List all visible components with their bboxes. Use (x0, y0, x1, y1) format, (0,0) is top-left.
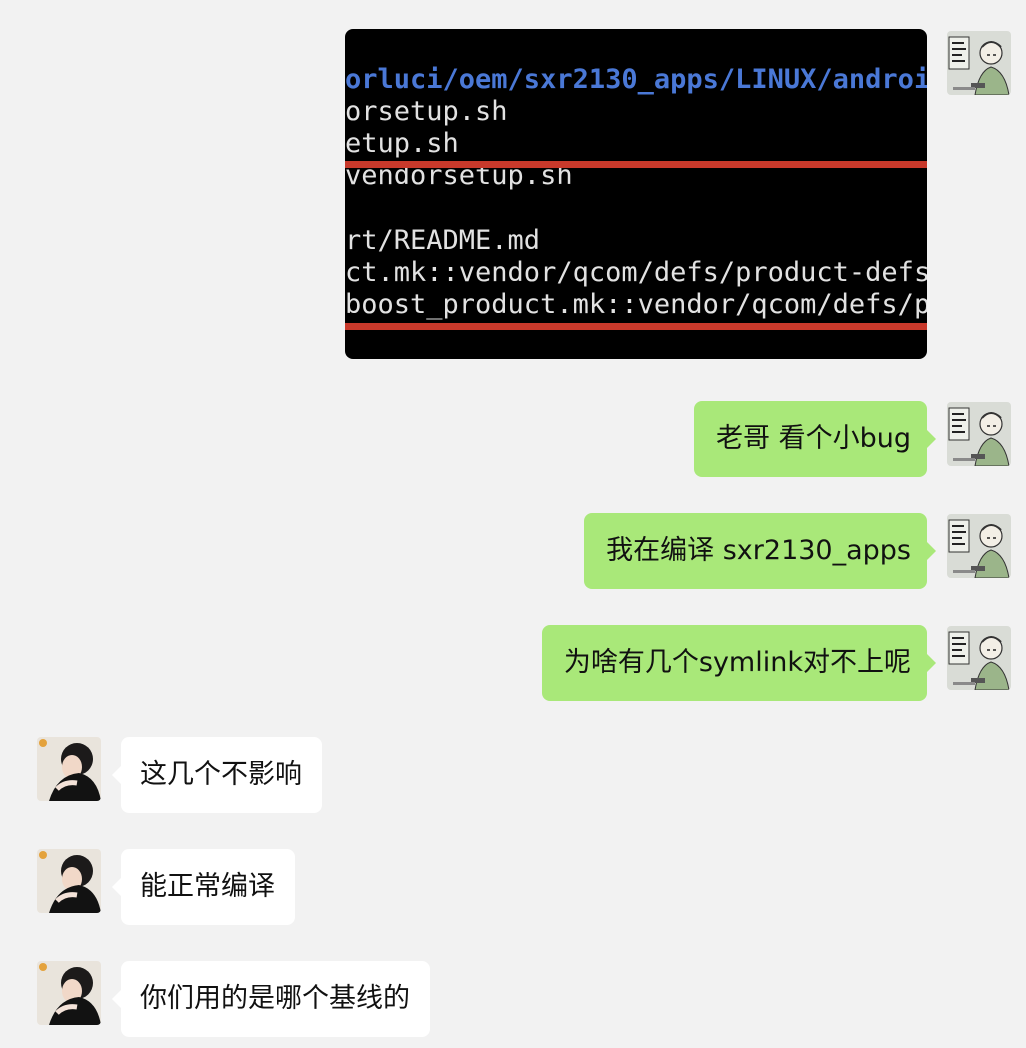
cartoon-avatar-icon (947, 514, 1011, 578)
terminal-line: orluci/oem/sxr2130_apps/LINUX/androi (345, 64, 927, 95)
terminal-line-cut (345, 29, 927, 35)
my-avatar[interactable] (947, 402, 1011, 466)
my-avatar[interactable] (947, 31, 1011, 95)
terminal-line: rt/README.md (345, 225, 541, 256)
contact-avatar[interactable] (37, 961, 101, 1025)
terminal-line: etup.sh (345, 128, 459, 159)
message-bubble-received[interactable]: 你们用的是哪个基线的 (112, 961, 430, 1037)
contact-avatar[interactable] (37, 737, 101, 801)
message-bubble-sent[interactable]: 老哥 看个小bug (694, 401, 936, 477)
terminal-divider (345, 161, 927, 168)
contact-avatar[interactable] (37, 849, 101, 913)
photo-avatar-icon (37, 961, 101, 1025)
my-avatar[interactable] (947, 626, 1011, 690)
terminal-line: boost_product.mk::vendor/qcom/defs/p (345, 289, 927, 320)
message-bubble-sent[interactable]: 我在编译 sxr2130_apps (584, 513, 936, 589)
photo-avatar-icon (37, 737, 101, 801)
cartoon-avatar-icon (947, 402, 1011, 466)
cartoon-avatar-icon (947, 626, 1011, 690)
message-bubble-received[interactable]: 这几个不影响 (112, 737, 322, 813)
message-bubble-sent[interactable]: 为啥有几个symlink对不上呢 (541, 625, 937, 701)
terminal-screenshot-image[interactable]: orluci/oem/sxr2130_apps/LINUX/androi ors… (345, 29, 927, 359)
photo-avatar-icon (37, 849, 101, 913)
terminal-line: orsetup.sh (345, 96, 508, 127)
message-bubble-received[interactable]: 能正常编译 (112, 849, 295, 925)
cartoon-avatar-icon (947, 31, 1011, 95)
terminal-divider (345, 323, 927, 330)
terminal-line: ct.mk::vendor/qcom/defs/product-defs (345, 257, 927, 288)
my-avatar[interactable] (947, 514, 1011, 578)
